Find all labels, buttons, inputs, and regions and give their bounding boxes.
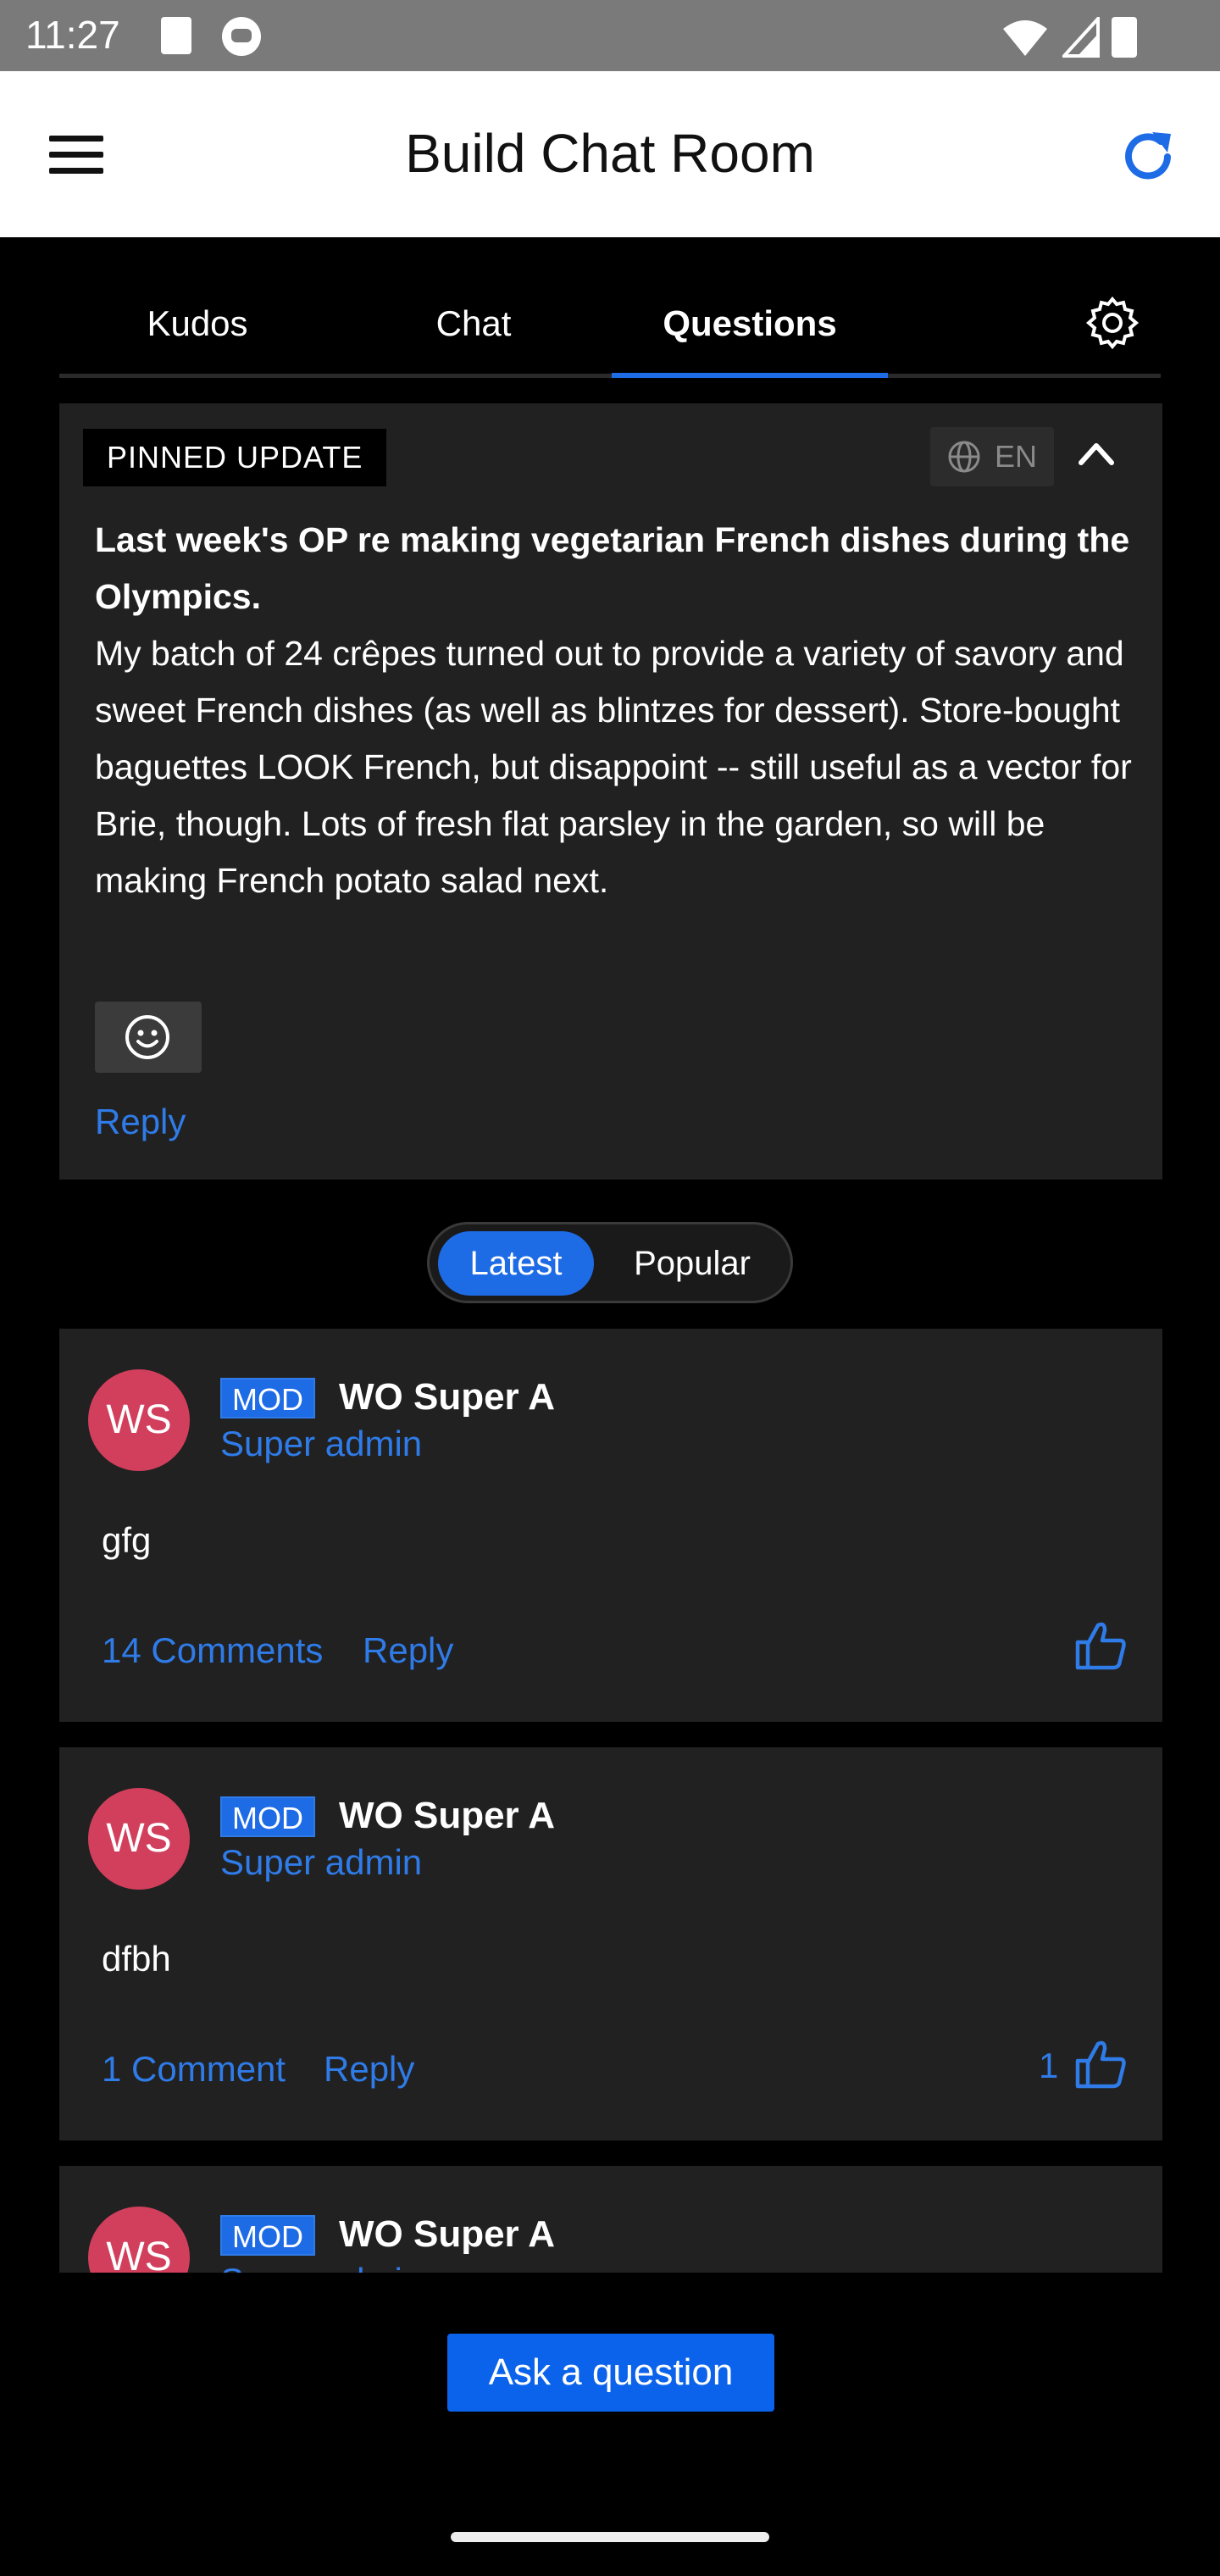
battery-icon (1112, 17, 1137, 58)
pinned-badge: PINNED UPDATE (83, 429, 387, 486)
status-bar: 11:27 (0, 0, 1220, 71)
comments-link[interactable]: 14 Comments (102, 1630, 323, 1671)
question-card: WS MOD WO Super A Super admin (59, 2166, 1162, 2273)
page-title: Build Chat Room (405, 123, 815, 184)
sort-popular-button[interactable]: Popular (607, 1231, 777, 1296)
author-role: Super admin (220, 2261, 422, 2273)
sort-latest-button[interactable]: Latest (438, 1231, 594, 1296)
author-name[interactable]: WO Super A (339, 1376, 555, 1418)
avatar[interactable]: WS (88, 1369, 190, 1471)
reply-link[interactable]: Reply (363, 1630, 453, 1671)
sd-card-icon (161, 17, 191, 54)
mod-badge: MOD (220, 1378, 315, 1418)
avatar[interactable]: WS (88, 2207, 190, 2273)
mod-badge: MOD (220, 1796, 315, 1837)
active-tab-indicator (612, 373, 888, 378)
thumbs-up-icon[interactable] (1073, 1617, 1130, 1674)
pinned-message: Last week's OP re making vegetarian Fren… (95, 512, 1137, 909)
comments-link[interactable]: 1 Comment (102, 2049, 286, 2090)
avatar[interactable]: WS (88, 1788, 190, 1890)
tab-questions[interactable]: Questions (612, 303, 888, 344)
question-card: WS MOD WO Super A Super admin gfg 14 Com… (59, 1329, 1162, 1722)
cat-icon (222, 17, 261, 56)
question-text: gfg (102, 1520, 152, 1560)
home-indicator[interactable] (451, 2532, 769, 2542)
signal-icon (1062, 17, 1100, 58)
ask-question-button[interactable]: Ask a question (447, 2334, 774, 2412)
globe-icon (948, 441, 980, 473)
pinned-reply-link[interactable]: Reply (95, 1102, 186, 1142)
author-name[interactable]: WO Super A (339, 2213, 555, 2256)
question-list: WS MOD WO Super A Super admin gfg 14 Com… (59, 1329, 1162, 2273)
tab-chat[interactable]: Chat (336, 303, 612, 344)
thumbs-up-icon[interactable] (1073, 2035, 1130, 2093)
pinned-update-card: PINNED UPDATE EN Last week's OP re makin… (59, 403, 1162, 1180)
tab-kudos[interactable]: Kudos (59, 303, 336, 344)
pinned-title: Last week's OP re making vegetarian Fren… (95, 520, 1130, 616)
tab-bar: Kudos Chat Questions (59, 288, 1161, 378)
language-label: EN (995, 439, 1038, 474)
author-name[interactable]: WO Super A (339, 1795, 555, 1837)
chevron-up-icon[interactable] (1076, 434, 1117, 475)
pinned-body: My batch of 24 crêpes turned out to prov… (95, 634, 1132, 900)
question-card: WS MOD WO Super A Super admin dfbh 1 Com… (59, 1747, 1162, 2140)
status-time: 11:27 (25, 13, 120, 57)
author-role: Super admin (220, 1424, 423, 1463)
author-role: Super admin (220, 1842, 423, 1882)
sort-toggle: Latest Popular (427, 1222, 793, 1303)
gear-icon[interactable] (1084, 295, 1140, 351)
wifi-icon (1003, 20, 1047, 56)
like-count: 1 (1039, 2046, 1059, 2085)
question-text: dfbh (102, 1939, 171, 1979)
app-bar: Build Chat Room (0, 71, 1220, 237)
reply-link[interactable]: Reply (324, 2049, 414, 2090)
mod-badge: MOD (220, 2215, 315, 2256)
language-button[interactable]: EN (930, 427, 1054, 486)
add-reaction-button[interactable] (95, 1002, 202, 1073)
refresh-icon[interactable] (1117, 125, 1179, 188)
smiley-icon (125, 1015, 169, 1059)
